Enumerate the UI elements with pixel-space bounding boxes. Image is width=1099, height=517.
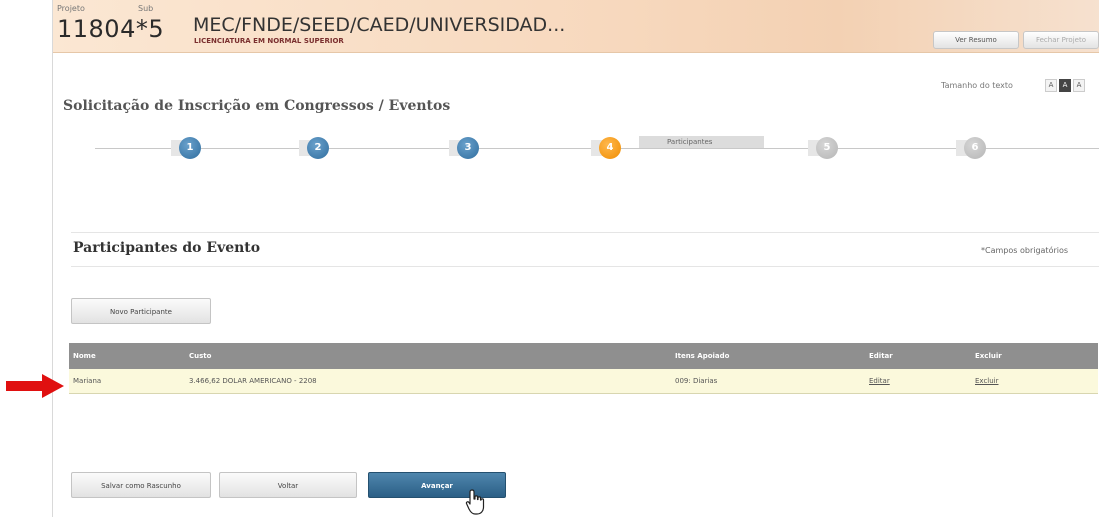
- project-header: Projeto Sub 11804*5 MEC/FNDE/SEED/CAED/U…: [53, 0, 1099, 53]
- step-6-circle: 6: [964, 137, 986, 159]
- sub-label: Sub: [138, 4, 154, 13]
- step-5-circle: 5: [816, 137, 838, 159]
- step-4[interactable]: 4: [591, 136, 623, 160]
- step-5: 5: [808, 136, 840, 160]
- step-4-label: Participantes: [639, 136, 764, 148]
- required-note: *Campos obrigatórios: [981, 246, 1069, 255]
- table-row: Mariana 3.466,62 DOLAR AMERICANO - 2208 …: [69, 369, 1098, 394]
- hand-cursor-icon: [465, 489, 485, 515]
- ver-resumo-button[interactable]: Ver Resumo: [933, 31, 1019, 49]
- main-frame: Projeto Sub 11804*5 MEC/FNDE/SEED/CAED/U…: [52, 0, 1099, 517]
- step-1[interactable]: 1: [171, 136, 203, 160]
- section-title: Participantes do Evento: [73, 240, 261, 256]
- step-3-circle: 3: [457, 137, 479, 159]
- step-2[interactable]: 2: [299, 136, 331, 160]
- step-3[interactable]: 3: [449, 136, 481, 160]
- cell-custo: 3.466,62 DOLAR AMERICANO - 2208: [189, 377, 317, 385]
- new-participant-button[interactable]: Novo Participante: [71, 298, 211, 324]
- save-draft-button[interactable]: Salvar como Rascunho: [71, 472, 211, 498]
- projeto-label: Projeto: [57, 4, 85, 13]
- table-header: Nome Custo Itens Apoiado Editar Excluir: [69, 343, 1098, 369]
- back-button[interactable]: Voltar: [219, 472, 357, 498]
- page-title: Solicitação de Inscrição em Congressos /…: [63, 98, 451, 114]
- delete-link[interactable]: Excluir: [975, 369, 999, 393]
- text-size-medium[interactable]: A: [1059, 79, 1071, 92]
- red-arrow-icon: [6, 374, 64, 398]
- cell-itens: 009: Diarias: [675, 377, 718, 385]
- header-editar: Editar: [869, 352, 893, 360]
- project-title: MEC/FNDE/SEED/CAED/UNIVERSIDAD...: [193, 14, 566, 36]
- text-size-large[interactable]: A: [1073, 79, 1085, 92]
- fechar-projeto-button[interactable]: Fechar Projeto: [1023, 31, 1099, 49]
- cell-nome: Mariana: [73, 377, 102, 385]
- text-size-label: Tamanho do texto: [941, 81, 1013, 90]
- step-6: 6: [956, 136, 988, 160]
- section-divider-top: [71, 232, 1099, 233]
- header-custo: Custo: [189, 352, 212, 360]
- text-size-small[interactable]: A: [1045, 79, 1057, 92]
- header-excluir: Excluir: [975, 352, 1002, 360]
- step-1-circle: 1: [179, 137, 201, 159]
- section-divider-bottom: [71, 266, 1099, 267]
- edit-link[interactable]: Editar: [869, 369, 890, 393]
- header-itens: Itens Apoiado: [675, 352, 730, 360]
- project-number: 11804*5: [57, 15, 165, 43]
- header-nome: Nome: [73, 352, 96, 360]
- participants-table: Nome Custo Itens Apoiado Editar Excluir …: [69, 343, 1098, 394]
- step-2-circle: 2: [307, 137, 329, 159]
- project-subtitle: LICENCIATURA EM NORMAL SUPERIOR: [194, 37, 344, 45]
- step-4-circle: 4: [599, 137, 621, 159]
